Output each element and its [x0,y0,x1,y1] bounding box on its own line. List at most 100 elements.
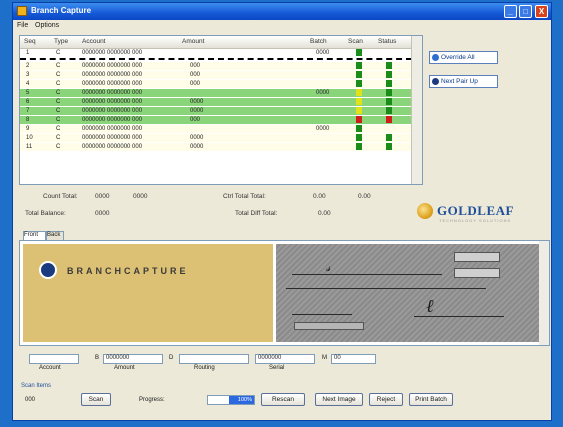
image-scrollbar[interactable] [539,241,549,345]
table-row[interactable]: 7 C 0000000 0000000 000 0000 [20,107,412,115]
scan-indicator-green [356,125,362,132]
table-row[interactable]: 8 C 0000000 0000000 000 000 [20,116,412,124]
cell-seq: 10 [26,135,33,141]
next-image-button[interactable]: Next Image [315,393,363,406]
menu-file[interactable]: File [17,22,28,29]
cell-type: C [56,72,61,78]
status-indicator-green [386,89,392,96]
col-scan[interactable]: Scan [348,38,363,45]
cell-type: C [56,135,61,141]
field-5-input[interactable]: 00 [331,354,376,364]
selection-divider [20,58,412,60]
cell-amount: 0000 [190,108,204,114]
total-balance-value: 0000 [95,210,110,217]
sub-label-account: Account [39,365,61,371]
diff-total-label: Total Diff Total: [235,210,278,217]
window-title: Branch Capture [31,6,92,15]
field-1-input[interactable] [29,354,79,364]
reject-button[interactable]: Reject [369,393,403,406]
col-batch[interactable]: Batch [310,38,327,45]
item-fields: B 0000000 D 0000000 M 00 Account Amount … [19,349,550,373]
next-pair-label: Next Pair Up [441,78,478,85]
scan-indicator-green [356,71,362,78]
table-row[interactable]: 3 C 0000000 0000000 000 000 [20,71,412,79]
field-2-label: B [95,355,100,361]
table-row[interactable]: 11 C 0000000 0000000 000 0000 [20,143,412,151]
scan-indicator-green [356,62,362,69]
print-batch-button[interactable]: Print Batch [409,393,453,406]
table-row[interactable]: 10 C 0000000 0000000 000 0000 [20,134,412,142]
table-row[interactable]: 6 C 0000000 0000000 000 0000 [20,98,412,106]
tab-back[interactable]: Back [46,231,64,240]
app-icon [17,6,27,16]
override-all-label: Override All [441,54,475,61]
minimize-button[interactable]: _ [504,5,517,18]
cell-seq: 3 [26,72,30,78]
count-total-value-a: 0000 [95,193,110,200]
branchcapture-banner: BRANCHCAPTURE [23,244,273,342]
cell-batch: 0000 [316,50,330,56]
scan-indicator-green [356,49,362,56]
check-payee-line [292,274,442,275]
check-payee-script: 𝓈 [326,260,331,274]
table-row[interactable]: 2 C 0000000 0000000 000 000 [20,62,412,70]
col-status[interactable]: Status [378,38,396,45]
cell-seq: 9 [26,126,30,132]
items-grid[interactable]: Seq Type Account Amount Batch Scan Statu… [19,35,423,185]
cell-amount: 0000 [190,99,204,105]
status-indicator-green [386,62,392,69]
cell-type: C [56,63,61,69]
cell-type: C [56,50,61,56]
total-balance-label: Total Balance: [25,210,66,217]
scan-indicator-green [356,134,362,141]
cell-account: 0000000 0000000 000 [82,144,143,150]
next-pair-button[interactable]: Next Pair Up [429,75,498,88]
cell-account: 0000000 0000000 000 [82,108,143,114]
cell-amount: 000 [190,63,201,69]
check-micr-line [294,322,364,330]
cell-batch: 0000 [316,90,330,96]
cell-account: 0000000 0000000 000 [82,135,143,141]
table-row[interactable]: 4 C 0000000 0000000 000 000 [20,80,412,88]
cell-type: C [56,117,61,123]
col-amount[interactable]: Amount [182,38,204,45]
cell-seq: 6 [26,99,30,105]
progress-percent: 100% [237,397,252,403]
check-amount-box [454,268,500,278]
cell-seq: 5 [26,90,30,96]
cell-batch: 0000 [316,126,330,132]
col-seq[interactable]: Seq [24,38,36,45]
menu-options[interactable]: Options [35,22,59,29]
maximize-button[interactable]: □ [519,5,532,18]
table-row[interactable]: 5 C 0000000 0000000 000 0000 [20,89,412,97]
cell-type: C [56,108,61,114]
scan-indicator-yellow [356,98,362,105]
cell-type: C [56,126,61,132]
cell-amount: 0000 [190,144,204,150]
count-total-label: Count Total: [43,193,78,200]
scan-indicator-yellow [356,107,362,114]
cell-account: 0000000 0000000 000 [82,126,143,132]
cell-type: C [56,144,61,150]
table-row[interactable]: 9 C 0000000 0000000 000 0000 [20,125,412,133]
col-account[interactable]: Account [82,38,106,45]
field-2-input[interactable]: 0000000 [103,354,163,364]
rescan-button[interactable]: Rescan [261,393,305,406]
field-4-input[interactable]: 0000000 [255,354,315,364]
check-image: 𝓈 ℓ [276,244,539,342]
col-type[interactable]: Type [54,38,68,45]
count-total-value-b: 0000 [133,193,148,200]
status-indicator-green [386,71,392,78]
table-row[interactable]: 1 C 0000000 0000000 000 0000 [20,49,412,57]
tab-front[interactable]: Front [23,231,46,240]
field-5-label: M [322,355,327,361]
scan-button[interactable]: Scan [81,393,111,406]
check-memo-line [292,314,352,315]
cell-seq: 2 [26,63,30,69]
override-all-button[interactable]: Override All [429,51,498,64]
field-3-input[interactable] [179,354,249,364]
cell-amount: 000 [190,72,201,78]
close-button[interactable]: X [535,5,548,18]
grid-scrollbar[interactable] [411,36,422,184]
cell-account: 0000000 0000000 000 [82,90,143,96]
